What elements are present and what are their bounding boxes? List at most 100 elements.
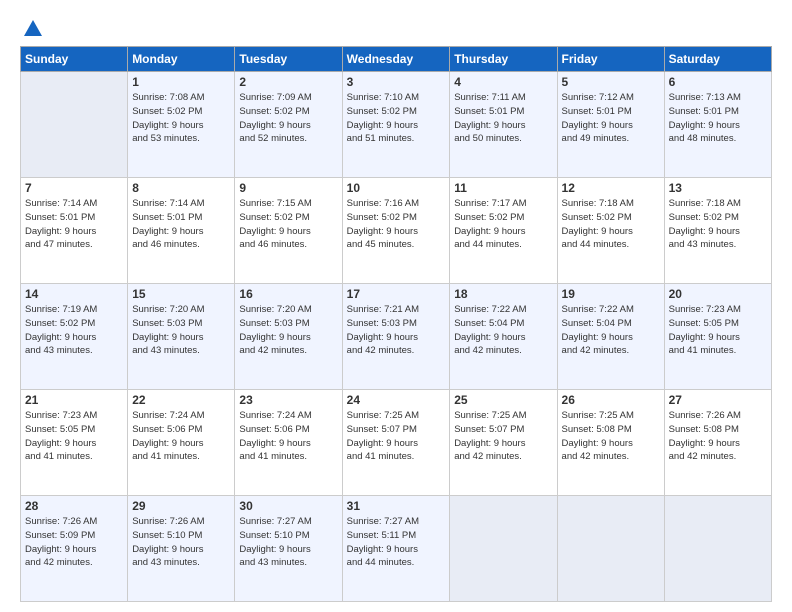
calendar-cell: 17 Sunrise: 7:21 AMSunset: 5:03 PMDayligh…	[342, 284, 450, 390]
day-number: 30	[239, 499, 337, 513]
day-info: Sunrise: 7:25 AMSunset: 5:07 PMDaylight:…	[347, 409, 446, 464]
day-number: 24	[347, 393, 446, 407]
calendar-cell: 10 Sunrise: 7:16 AMSunset: 5:02 PMDayligh…	[342, 178, 450, 284]
day-info: Sunrise: 7:17 AMSunset: 5:02 PMDaylight:…	[454, 197, 552, 252]
calendar-cell: 9 Sunrise: 7:15 AMSunset: 5:02 PMDaylight…	[235, 178, 342, 284]
logo-icon	[22, 18, 44, 40]
weekday-header: Tuesday	[235, 47, 342, 72]
day-info: Sunrise: 7:24 AMSunset: 5:06 PMDaylight:…	[239, 409, 337, 464]
day-number: 1	[132, 75, 230, 89]
day-info: Sunrise: 7:25 AMSunset: 5:07 PMDaylight:…	[454, 409, 552, 464]
day-info: Sunrise: 7:20 AMSunset: 5:03 PMDaylight:…	[239, 303, 337, 358]
calendar-cell: 31 Sunrise: 7:27 AMSunset: 5:11 PMDayligh…	[342, 496, 450, 602]
calendar-cell: 8 Sunrise: 7:14 AMSunset: 5:01 PMDaylight…	[128, 178, 235, 284]
calendar-cell: 21 Sunrise: 7:23 AMSunset: 5:05 PMDayligh…	[21, 390, 128, 496]
day-info: Sunrise: 7:21 AMSunset: 5:03 PMDaylight:…	[347, 303, 446, 358]
weekday-header: Wednesday	[342, 47, 450, 72]
calendar-cell: 24 Sunrise: 7:25 AMSunset: 5:07 PMDayligh…	[342, 390, 450, 496]
day-number: 23	[239, 393, 337, 407]
calendar-cell: 2 Sunrise: 7:09 AMSunset: 5:02 PMDaylight…	[235, 72, 342, 178]
day-number: 3	[347, 75, 446, 89]
day-number: 7	[25, 181, 123, 195]
day-number: 29	[132, 499, 230, 513]
day-info: Sunrise: 7:08 AMSunset: 5:02 PMDaylight:…	[132, 91, 230, 146]
day-info: Sunrise: 7:18 AMSunset: 5:02 PMDaylight:…	[562, 197, 660, 252]
day-info: Sunrise: 7:18 AMSunset: 5:02 PMDaylight:…	[669, 197, 767, 252]
day-info: Sunrise: 7:25 AMSunset: 5:08 PMDaylight:…	[562, 409, 660, 464]
day-info: Sunrise: 7:26 AMSunset: 5:09 PMDaylight:…	[25, 515, 123, 570]
day-info: Sunrise: 7:27 AMSunset: 5:10 PMDaylight:…	[239, 515, 337, 570]
day-info: Sunrise: 7:24 AMSunset: 5:06 PMDaylight:…	[132, 409, 230, 464]
calendar-cell	[21, 72, 128, 178]
day-number: 11	[454, 181, 552, 195]
calendar-cell: 16 Sunrise: 7:20 AMSunset: 5:03 PMDayligh…	[235, 284, 342, 390]
calendar-cell: 12 Sunrise: 7:18 AMSunset: 5:02 PMDayligh…	[557, 178, 664, 284]
calendar-cell: 19 Sunrise: 7:22 AMSunset: 5:04 PMDayligh…	[557, 284, 664, 390]
calendar-table: SundayMondayTuesdayWednesdayThursdayFrid…	[20, 46, 772, 602]
day-number: 19	[562, 287, 660, 301]
day-info: Sunrise: 7:13 AMSunset: 5:01 PMDaylight:…	[669, 91, 767, 146]
calendar-week-row: 28Sunrise: 7:26 AMSunset: 5:09 PMDayligh…	[21, 496, 772, 602]
calendar-cell: 28Sunrise: 7:26 AMSunset: 5:09 PMDayligh…	[21, 496, 128, 602]
calendar-cell	[664, 496, 771, 602]
day-number: 17	[347, 287, 446, 301]
weekday-header: Thursday	[450, 47, 557, 72]
day-info: Sunrise: 7:10 AMSunset: 5:02 PMDaylight:…	[347, 91, 446, 146]
day-number: 10	[347, 181, 446, 195]
calendar-week-row: 1 Sunrise: 7:08 AMSunset: 5:02 PMDaylight…	[21, 72, 772, 178]
day-number: 15	[132, 287, 230, 301]
weekday-header: Saturday	[664, 47, 771, 72]
day-number: 4	[454, 75, 552, 89]
day-info: Sunrise: 7:22 AMSunset: 5:04 PMDaylight:…	[562, 303, 660, 358]
day-info: Sunrise: 7:15 AMSunset: 5:02 PMDaylight:…	[239, 197, 337, 252]
day-info: Sunrise: 7:14 AMSunset: 5:01 PMDaylight:…	[25, 197, 123, 252]
day-info: Sunrise: 7:19 AMSunset: 5:02 PMDaylight:…	[25, 303, 123, 358]
day-number: 21	[25, 393, 123, 407]
day-info: Sunrise: 7:26 AMSunset: 5:10 PMDaylight:…	[132, 515, 230, 570]
day-info: Sunrise: 7:27 AMSunset: 5:11 PMDaylight:…	[347, 515, 446, 570]
calendar-cell: 1 Sunrise: 7:08 AMSunset: 5:02 PMDaylight…	[128, 72, 235, 178]
calendar-cell: 30 Sunrise: 7:27 AMSunset: 5:10 PMDayligh…	[235, 496, 342, 602]
calendar-header-row: SundayMondayTuesdayWednesdayThursdayFrid…	[21, 47, 772, 72]
day-info: Sunrise: 7:16 AMSunset: 5:02 PMDaylight:…	[347, 197, 446, 252]
calendar-cell: 26 Sunrise: 7:25 AMSunset: 5:08 PMDayligh…	[557, 390, 664, 496]
calendar-cell: 23 Sunrise: 7:24 AMSunset: 5:06 PMDayligh…	[235, 390, 342, 496]
day-number: 26	[562, 393, 660, 407]
day-number: 8	[132, 181, 230, 195]
day-number: 6	[669, 75, 767, 89]
calendar-cell: 4 Sunrise: 7:11 AMSunset: 5:01 PMDaylight…	[450, 72, 557, 178]
day-number: 16	[239, 287, 337, 301]
calendar-cell: 22 Sunrise: 7:24 AMSunset: 5:06 PMDayligh…	[128, 390, 235, 496]
page: SundayMondayTuesdayWednesdayThursdayFrid…	[0, 0, 792, 612]
day-info: Sunrise: 7:22 AMSunset: 5:04 PMDaylight:…	[454, 303, 552, 358]
day-info: Sunrise: 7:23 AMSunset: 5:05 PMDaylight:…	[25, 409, 123, 464]
calendar-week-row: 21 Sunrise: 7:23 AMSunset: 5:05 PMDayligh…	[21, 390, 772, 496]
day-number: 31	[347, 499, 446, 513]
day-info: Sunrise: 7:09 AMSunset: 5:02 PMDaylight:…	[239, 91, 337, 146]
calendar-cell: 14 Sunrise: 7:19 AMSunset: 5:02 PMDayligh…	[21, 284, 128, 390]
day-info: Sunrise: 7:14 AMSunset: 5:01 PMDaylight:…	[132, 197, 230, 252]
calendar-cell: 15 Sunrise: 7:20 AMSunset: 5:03 PMDayligh…	[128, 284, 235, 390]
header	[20, 18, 772, 36]
day-number: 2	[239, 75, 337, 89]
day-info: Sunrise: 7:20 AMSunset: 5:03 PMDaylight:…	[132, 303, 230, 358]
day-number: 22	[132, 393, 230, 407]
day-number: 14	[25, 287, 123, 301]
calendar-cell: 27Sunrise: 7:26 AMSunset: 5:08 PMDayligh…	[664, 390, 771, 496]
calendar-cell: 3 Sunrise: 7:10 AMSunset: 5:02 PMDaylight…	[342, 72, 450, 178]
day-number: 18	[454, 287, 552, 301]
calendar-cell: 18 Sunrise: 7:22 AMSunset: 5:04 PMDayligh…	[450, 284, 557, 390]
day-number: 9	[239, 181, 337, 195]
calendar-cell: 25Sunrise: 7:25 AMSunset: 5:07 PMDayligh…	[450, 390, 557, 496]
day-number: 5	[562, 75, 660, 89]
calendar-cell: 11 Sunrise: 7:17 AMSunset: 5:02 PMDayligh…	[450, 178, 557, 284]
weekday-header: Monday	[128, 47, 235, 72]
calendar-cell	[557, 496, 664, 602]
calendar-cell: 29 Sunrise: 7:26 AMSunset: 5:10 PMDayligh…	[128, 496, 235, 602]
day-info: Sunrise: 7:23 AMSunset: 5:05 PMDaylight:…	[669, 303, 767, 358]
day-number: 12	[562, 181, 660, 195]
calendar-cell: 20Sunrise: 7:23 AMSunset: 5:05 PMDayligh…	[664, 284, 771, 390]
calendar-week-row: 14 Sunrise: 7:19 AMSunset: 5:02 PMDayligh…	[21, 284, 772, 390]
calendar-cell	[450, 496, 557, 602]
day-info: Sunrise: 7:11 AMSunset: 5:01 PMDaylight:…	[454, 91, 552, 146]
